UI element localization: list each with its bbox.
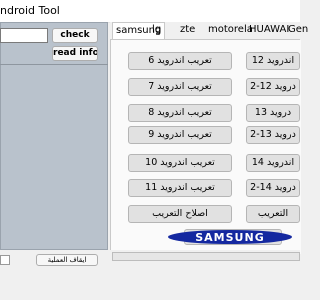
stop-process-button[interactable]: ايقاف العملية: [36, 254, 98, 266]
arabization-button[interactable]: التعريب: [246, 205, 300, 223]
tab-motorela[interactable]: motorela: [208, 24, 253, 35]
android-12-2-button[interactable]: درويد 12-2: [246, 78, 300, 96]
samsung-logo-icon: SAMSUNG: [168, 230, 292, 244]
window-title: ndroid Tool: [0, 4, 60, 17]
arabize-android-10-button[interactable]: تعريب اندرويد 10: [128, 154, 232, 172]
panel-divider: [0, 64, 108, 65]
progress-bar: [112, 252, 300, 261]
android-14-2-button[interactable]: درويد 14-2: [246, 179, 300, 197]
tab-zte[interactable]: zte: [180, 24, 195, 35]
tab-huawai[interactable]: HUAWAI: [249, 24, 289, 35]
arabize-android-9-button[interactable]: تعريب اندرويد 9: [128, 126, 232, 144]
brand-tabs: samsung lg zte motorela HUAWAI Gen: [110, 22, 308, 40]
fix-arabization-button[interactable]: اصلاح التعريب: [128, 205, 232, 223]
read-info-button[interactable]: read info: [52, 46, 98, 61]
arabize-android-8-button[interactable]: تعريب اندرويد 8: [128, 104, 232, 122]
check-button[interactable]: check: [52, 28, 98, 43]
android-13-2-button[interactable]: درويد 13-2: [246, 126, 300, 144]
title-bar: ndroid Tool: [0, 0, 300, 23]
android-13-button[interactable]: درويد 13: [246, 104, 300, 122]
samsung-logo-text: SAMSUNG: [195, 231, 264, 244]
arabize-android-6-button[interactable]: تعريب اندرويد 6: [128, 52, 232, 70]
tab-lg[interactable]: lg: [152, 24, 161, 35]
serial-input[interactable]: [0, 28, 48, 43]
tab-gen[interactable]: Gen: [288, 24, 308, 35]
arabize-android-11-button[interactable]: تعريب اندرويد 11: [128, 179, 232, 197]
android-14-button[interactable]: اندرويد 14: [246, 154, 300, 172]
status-box: [0, 255, 10, 265]
arabize-android-7-button[interactable]: تعريب اندرويد 7: [128, 78, 232, 96]
android-12-button[interactable]: اندرويد 12: [246, 52, 300, 70]
